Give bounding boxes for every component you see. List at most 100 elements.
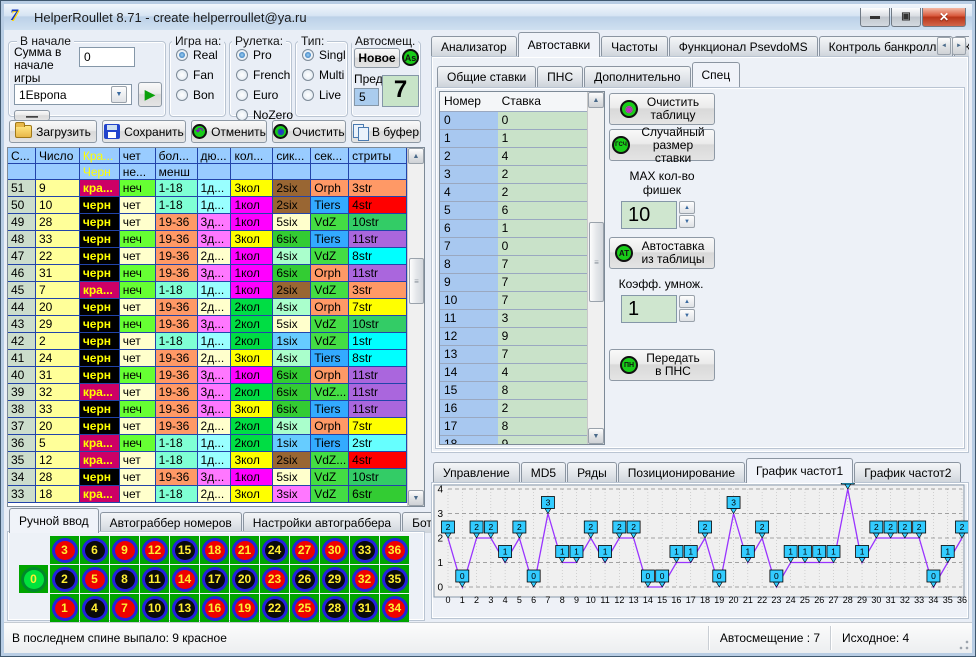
table-cell[interactable]: 1кол bbox=[231, 197, 273, 214]
table-cell[interactable]: 3д... bbox=[198, 265, 232, 282]
radio-roulette-french[interactable]: French bbox=[236, 68, 291, 82]
table-cell[interactable]: 28 bbox=[36, 469, 80, 486]
bets-row[interactable]: 11 bbox=[440, 130, 587, 148]
table-row[interactable]: 4833черннеч19-363д...3кол6sixTiers11str bbox=[8, 231, 407, 248]
table-cell[interactable]: 4six bbox=[273, 350, 311, 367]
bet-value-cell[interactable]: 0 bbox=[498, 112, 587, 129]
table-cell[interactable]: кра... bbox=[80, 435, 120, 452]
tab-контроль-банкролла[interactable]: Контроль банкролла bbox=[819, 36, 953, 57]
load-button[interactable]: Загрузить bbox=[9, 120, 97, 143]
table-cell[interactable]: 4str bbox=[349, 452, 407, 469]
table-cell[interactable]: кра... bbox=[80, 452, 120, 469]
table-cell[interactable]: 6six bbox=[273, 384, 311, 401]
roulette-number-35[interactable]: 35 bbox=[380, 565, 409, 593]
table-cell[interactable]: 19-36 bbox=[156, 299, 198, 316]
new-button[interactable]: Новое bbox=[354, 48, 400, 68]
table-cell[interactable]: 2 bbox=[36, 333, 80, 350]
table-cell[interactable]: 10str bbox=[349, 214, 407, 231]
roulette-number-26[interactable]: 26 bbox=[290, 565, 319, 593]
table-cell[interactable]: Orph bbox=[311, 367, 349, 384]
table-row[interactable]: 4031черннеч19-363д...1кол6sixOrph11str bbox=[8, 367, 407, 384]
table-cell[interactable]: 1-18 bbox=[156, 197, 198, 214]
subtab-общие-ставки[interactable]: Общие ставки bbox=[437, 66, 536, 87]
table-cell[interactable]: 24 bbox=[36, 350, 80, 367]
roulette-number-0[interactable]: 0 bbox=[19, 565, 48, 593]
table-cell[interactable]: 39 bbox=[8, 384, 36, 401]
table-cell[interactable]: 19-36 bbox=[156, 248, 198, 265]
table-cell[interactable]: 11str bbox=[349, 384, 407, 401]
table-cell[interactable]: VdZ bbox=[311, 214, 349, 231]
table-cell[interactable]: 3кол bbox=[231, 401, 273, 418]
table-cell[interactable]: 32 bbox=[36, 384, 80, 401]
roulette-number-23[interactable]: 23 bbox=[260, 565, 289, 593]
table-cell[interactable]: 1six bbox=[273, 435, 311, 452]
spin-down-icon[interactable]: ▼ bbox=[679, 309, 695, 322]
tab-md5[interactable]: MD5 bbox=[521, 462, 566, 483]
table-cell[interactable]: 5six bbox=[273, 214, 311, 231]
table-cell[interactable]: 1str bbox=[349, 333, 407, 350]
table-cell[interactable]: Orph bbox=[311, 265, 349, 282]
table-cell[interactable]: черн bbox=[80, 350, 120, 367]
table-row[interactable]: 365кра...неч1-181д...2кол1sixTiers2str bbox=[8, 435, 407, 452]
roulette-number-18[interactable]: 18 bbox=[200, 536, 229, 564]
table-cell[interactable]: 41 bbox=[8, 350, 36, 367]
table-cell[interactable]: чет bbox=[120, 214, 156, 231]
roulette-number-10[interactable]: 10 bbox=[140, 594, 169, 622]
roulette-number-5[interactable]: 5 bbox=[80, 565, 109, 593]
bets-row[interactable]: 00 bbox=[440, 112, 587, 130]
roulette-number-11[interactable]: 11 bbox=[140, 565, 169, 593]
bets-row[interactable]: 87 bbox=[440, 256, 587, 274]
table-cell[interactable]: 48 bbox=[8, 231, 36, 248]
table-cell[interactable]: 19-36 bbox=[156, 367, 198, 384]
scroll-up-icon[interactable]: ▲ bbox=[588, 92, 604, 108]
tab-ряды[interactable]: Ряды bbox=[567, 462, 617, 483]
table-cell[interactable]: 10str bbox=[349, 316, 407, 333]
bet-value-cell[interactable]: 0 bbox=[498, 238, 587, 255]
transfer-pns-button[interactable]: ПН Передать в ПНС bbox=[609, 349, 715, 381]
radio-type-live[interactable]: Live bbox=[302, 88, 347, 102]
radio-type-singl[interactable]: Singl bbox=[302, 48, 347, 62]
bets-row[interactable]: 56 bbox=[440, 202, 587, 220]
bets-row[interactable]: 70 bbox=[440, 238, 587, 256]
table-cell[interactable]: 1-18 bbox=[156, 180, 198, 197]
table-cell[interactable]: 20 bbox=[36, 299, 80, 316]
bets-row[interactable]: 107 bbox=[440, 292, 587, 310]
table-cell[interactable]: 3д... bbox=[198, 469, 232, 486]
table-cell[interactable]: черн bbox=[80, 401, 120, 418]
bets-row[interactable]: 178 bbox=[440, 418, 587, 436]
table-cell[interactable]: 1д... bbox=[198, 197, 232, 214]
bet-value-cell[interactable]: 9 bbox=[498, 436, 587, 444]
roulette-number-8[interactable]: 8 bbox=[110, 565, 139, 593]
tab-управление[interactable]: Управление bbox=[433, 462, 520, 483]
table-cell[interactable]: VdZ bbox=[311, 469, 349, 486]
title-bar[interactable]: 7 HelperRoullet 8.71 - create helperroul… bbox=[4, 4, 972, 30]
table-cell[interactable]: черн bbox=[80, 265, 120, 282]
table-cell[interactable]: 31 bbox=[36, 265, 80, 282]
table-cell[interactable]: неч bbox=[120, 316, 156, 333]
radio-roulette-euro[interactable]: Euro bbox=[236, 88, 291, 102]
tab-функционал-psevdoms[interactable]: Функционал PsevdoMS bbox=[669, 36, 818, 57]
table-cell[interactable]: неч bbox=[120, 180, 156, 197]
table-cell[interactable]: 5 bbox=[36, 435, 80, 452]
roulette-number-19[interactable]: 19 bbox=[230, 594, 259, 622]
table-cell[interactable]: Tiers bbox=[311, 231, 349, 248]
table-cell[interactable]: 5six bbox=[273, 316, 311, 333]
table-cell[interactable]: 1-18 bbox=[156, 486, 198, 503]
radio-game-bon[interactable]: Bon bbox=[176, 88, 225, 102]
table-row[interactable]: 4124чернчет19-362д...3кол4sixTiers8str bbox=[8, 350, 407, 367]
table-cell[interactable]: 1кол bbox=[231, 469, 273, 486]
resize-grip[interactable] bbox=[958, 639, 970, 651]
subtab-пнс[interactable]: ПНС bbox=[537, 66, 583, 87]
table-cell[interactable]: 2кол bbox=[231, 418, 273, 435]
table-cell[interactable]: 3кол bbox=[231, 231, 273, 248]
table-cell[interactable]: 2д... bbox=[198, 418, 232, 435]
table-cell[interactable]: чет bbox=[120, 333, 156, 350]
table-cell[interactable]: Orph bbox=[311, 418, 349, 435]
table-cell[interactable]: 1кол bbox=[231, 367, 273, 384]
table-cell[interactable]: 37 bbox=[8, 418, 36, 435]
roulette-number-36[interactable]: 36 bbox=[380, 536, 409, 564]
max-chips-spinner[interactable]: 10 ▲ ▼ bbox=[621, 201, 695, 229]
table-row[interactable]: 4631черннеч19-363д...1кол6sixOrph11str bbox=[8, 265, 407, 282]
max-chips-value[interactable]: 10 bbox=[621, 201, 677, 229]
tab-ручной-ввод[interactable]: Ручной ввод bbox=[9, 508, 99, 533]
